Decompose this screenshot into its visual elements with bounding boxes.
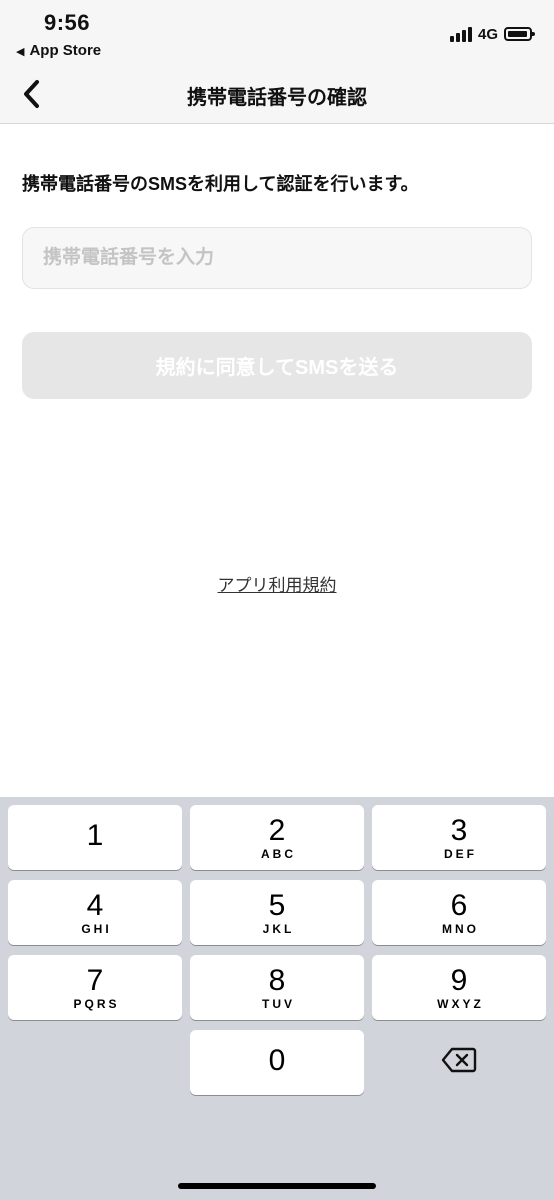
sms-verification-screen: 9:56 ◀ App Store 4G 携帯電話番号の確認 携帯電話番号のSMSを…: [0, 0, 554, 1200]
navigation-bar: 携帯電話番号の確認: [0, 68, 554, 124]
key-digit: 0: [268, 1043, 286, 1077]
back-triangle-icon: ◀: [16, 46, 25, 58]
network-type: 4G: [477, 25, 498, 43]
key-1[interactable]: 1: [8, 805, 182, 870]
key-digit: 2: [268, 813, 286, 847]
key-digit: 7: [86, 963, 104, 997]
app-terms-link[interactable]: アプリ利用規約: [0, 571, 554, 596]
numeric-keypad: 1 2 ABC 3 DEF 4 GHI 5 JKL 6 MNO 7 PQRS 8…: [0, 797, 554, 1200]
key-letters: TUV: [262, 996, 295, 1011]
key-digit: 1: [86, 818, 104, 852]
cellular-signal-icon: [449, 26, 472, 42]
status-indicators: 4G: [449, 24, 535, 44]
key-2[interactable]: 2 ABC: [190, 805, 364, 870]
key-digit: 6: [450, 888, 468, 922]
phone-number-input[interactable]: [22, 227, 532, 289]
key-letters: JKL: [262, 921, 295, 936]
backspace-icon: [441, 1047, 477, 1072]
key-letters: ABC: [261, 846, 296, 861]
key-0[interactable]: 0: [190, 1030, 364, 1095]
key-9[interactable]: 9 WXYZ: [372, 955, 546, 1020]
key-letters: MNO: [442, 921, 479, 936]
key-letters: DEF: [444, 846, 477, 861]
status-time: 9:56: [44, 10, 91, 35]
key-digit: 5: [268, 888, 286, 922]
battery-icon: [504, 27, 535, 41]
key-digit: 8: [268, 963, 286, 997]
key-letters: GHI: [81, 921, 112, 936]
status-bar: 9:56 ◀ App Store 4G: [0, 0, 554, 68]
home-indicator[interactable]: [178, 1183, 376, 1189]
key-letters: WXYZ: [437, 996, 484, 1011]
key-digit: 3: [450, 813, 468, 847]
key-digit: 4: [86, 888, 104, 922]
delete-key[interactable]: [372, 1027, 546, 1092]
sms-description: 携帯電話番号のSMSを利用して認証を行います。: [22, 174, 419, 194]
key-8[interactable]: 8 TUV: [190, 955, 364, 1020]
key-7[interactable]: 7 PQRS: [8, 955, 182, 1020]
key-digit: 9: [450, 963, 468, 997]
key-letters: PQRS: [73, 996, 120, 1011]
key-5[interactable]: 5 JKL: [190, 880, 364, 945]
key-6[interactable]: 6 MNO: [372, 880, 546, 945]
back-to-app-store-link[interactable]: ◀ App Store: [16, 42, 101, 59]
back-app-label: App Store: [29, 42, 102, 59]
agree-and-send-sms-button[interactable]: 規約に同意してSMSを送る: [22, 332, 532, 399]
key-3[interactable]: 3 DEF: [372, 805, 546, 870]
page-title: 携帯電話番号の確認: [187, 87, 367, 109]
key-4[interactable]: 4 GHI: [8, 880, 182, 945]
